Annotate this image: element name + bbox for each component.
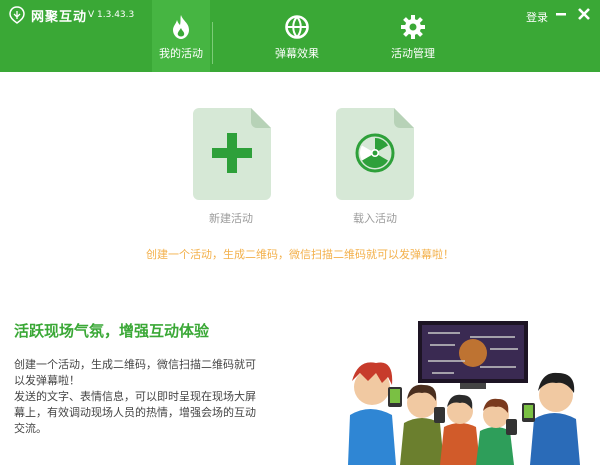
radiation-icon: [355, 133, 395, 173]
app-version: V 1.3.43.3: [88, 10, 135, 20]
tab-label: 弹幕效果: [275, 47, 319, 60]
tab-my-activities[interactable]: 我的活动: [152, 0, 210, 72]
feature-description: 创建一个活动，生成二维码，微信扫描二维码就可以发弹幕啦！ 发送的文字、表情信息，…: [14, 357, 264, 437]
tab-label: 我的活动: [159, 47, 203, 60]
tab-danmaku-effects[interactable]: 弹幕效果: [242, 0, 352, 72]
app-title: 网聚互动: [31, 10, 88, 25]
load-activity-button[interactable]: [336, 108, 414, 200]
minimize-icon[interactable]: [553, 6, 569, 22]
hint-text: 创建一个活动，生成二维码，微信扫描二维码就可以发弹幕啦！: [146, 248, 454, 261]
basketball-icon: [285, 15, 309, 39]
audience-illustration: [348, 321, 580, 465]
feature-title: 活跃现场气氛，增强互动体验: [14, 322, 210, 340]
gear-icon: [401, 15, 425, 39]
title-bar: 网聚互动 V 1.3.43.3 登录 我的活动 弹幕效果 活动管理: [0, 0, 600, 72]
feature-paragraph: 发送的文字、表情信息，可以即时呈现在现场大屏幕上，有效调动现场人员的热情，增强会…: [14, 390, 256, 435]
new-activity-button[interactable]: [193, 108, 271, 200]
tab-label: 活动管理: [391, 47, 435, 60]
app-logo-icon: [9, 6, 25, 24]
tab-divider: [212, 22, 213, 64]
flame-icon: [173, 15, 189, 39]
new-activity-label[interactable]: 新建活动: [181, 210, 281, 226]
tab-activity-management[interactable]: 活动管理: [358, 0, 468, 72]
plus-icon: [212, 133, 252, 173]
load-activity-label[interactable]: 载入活动: [325, 210, 425, 226]
login-link[interactable]: 登录: [526, 9, 548, 25]
feature-paragraph: 创建一个活动，生成二维码，微信扫描二维码就可以发弹幕啦！: [14, 358, 256, 387]
close-icon[interactable]: [576, 6, 592, 22]
